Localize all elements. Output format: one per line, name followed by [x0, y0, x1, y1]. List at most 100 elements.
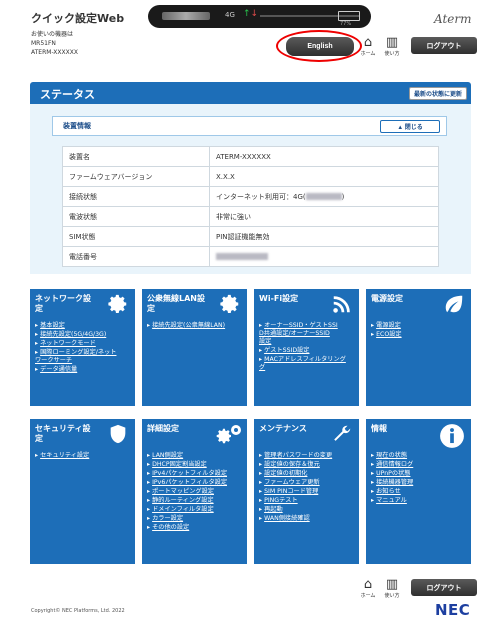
tile-public-wlan: 公衆無線LAN設 定 接続先設定(公衆無線LAN)	[142, 289, 247, 406]
tile-title: セキュリティ設 定	[35, 424, 91, 443]
link-ping-test[interactable]: PINGテスト	[259, 497, 332, 505]
nec-logo: NEC	[435, 601, 471, 619]
link-public-wlan-apn[interactable]: 接続先設定(公衆無線LAN)	[147, 322, 225, 330]
link-upnp-status[interactable]: UPnPの状態	[371, 470, 413, 478]
tile-title: 公衆無線LAN設 定	[147, 294, 205, 313]
redacted-carrier	[305, 193, 342, 200]
link-notices[interactable]: お知らせ	[371, 488, 413, 496]
link-apn-settings[interactable]: 接続先設定(5G/4G/3G)	[35, 331, 116, 339]
connection-suffix: )	[341, 192, 345, 201]
row-label: 装置名	[62, 146, 210, 167]
link-basic-settings[interactable]: 基本設定	[35, 322, 116, 330]
row-label: 電波状態	[62, 206, 210, 227]
aterm-logo: Aterm	[434, 12, 472, 26]
english-button[interactable]: English	[286, 37, 354, 56]
shield-icon	[110, 424, 126, 444]
link-data-usage[interactable]: データ通信量	[35, 366, 116, 374]
close-label: 閉じる	[404, 125, 423, 131]
link-current-status[interactable]: 現在の状態	[371, 452, 413, 460]
link-mac-filter[interactable]: MACアドレスフィルタリング グ	[259, 356, 346, 372]
status-header: ステータス 最新の状態に更新	[30, 82, 471, 104]
link-roaming[interactable]: 国際ローミング設定/ネット ワークサーチ	[35, 349, 116, 365]
device-label: お使いの機器は	[31, 31, 74, 38]
footer-home-link[interactable]: ⌂ ホーム	[357, 577, 379, 600]
link-list: 基本設定 接続先設定(5G/4G/3G) ネットワークモード 国際ローミング設定…	[35, 322, 116, 375]
tile-title: Wi-Fi設定	[259, 294, 299, 303]
row-value: 非常に強い	[209, 206, 439, 227]
link-factory-reset[interactable]: 設定値の初期化	[259, 470, 332, 478]
status-panel: 装置情報 ▲ 閉じる 装置名 ATERM-XXXXXX ファームウェアバージョン X…	[30, 104, 471, 274]
link-network-mode[interactable]: ネットワークモード	[35, 340, 116, 348]
link-other-settings[interactable]: その他の設定	[147, 524, 227, 532]
table-row: 電話番号	[62, 246, 439, 267]
link-power-settings[interactable]: 電源設定	[371, 322, 402, 330]
table-row: 接続状態 インターネット利用可：4G()	[62, 186, 439, 207]
link-static-routing[interactable]: 静的ルーティング設定	[147, 497, 227, 505]
device-info-table: 装置名 ATERM-XXXXXX ファームウェアバージョン X.X.X 接続状態 イン…	[62, 146, 439, 267]
link-dhcp-fixed[interactable]: DHCP固定割当設定	[147, 461, 227, 469]
tile-security-settings: セキュリティ設 定 セキュリティ設定	[30, 419, 135, 564]
footer-usage-link[interactable]: ▥ 使い方	[381, 578, 403, 600]
link-sim-pin[interactable]: SIM PINコード管理	[259, 488, 332, 496]
table-row: SIM状態 PIN認証機能無効	[62, 226, 439, 247]
status-title: ステータス	[40, 88, 95, 101]
link-reboot[interactable]: 再起動	[259, 506, 332, 514]
tile-wifi-settings: Wi-Fi設定 オーナーSSID・ゲストSSI D共通設定/オーナーSSID 設…	[254, 289, 359, 406]
connection-status: インターネット利用可：4G(	[216, 192, 306, 201]
app-title: クイック設定Web	[31, 12, 125, 25]
tile-title: メンテナンス	[259, 424, 307, 433]
footer-usage-label: 使い方	[384, 593, 400, 599]
row-label: ファームウェアバージョン	[62, 166, 210, 187]
link-domain-filter[interactable]: ドメインフィルタ設定	[147, 506, 227, 514]
traffic-arrows-icon: ↑↓	[243, 9, 259, 19]
redacted-phone-number	[216, 253, 268, 260]
device-status-bar: 4G ↑↓ 77%	[148, 5, 371, 28]
tile-information: 情報 現在の状態 通信情報ログ UPnPの状態 接続機器管理 お知らせ マニュア…	[366, 419, 471, 564]
footer-home-label: ホーム	[360, 593, 376, 599]
usage-link[interactable]: ▥ 使い方	[381, 35, 403, 58]
table-row: 装置名 ATERM-XXXXXX	[62, 146, 439, 167]
copyright: Copyright© NEC Platforms, Ltd. 2022	[31, 608, 125, 614]
link-eco-settings[interactable]: ECO設定	[371, 331, 401, 339]
refresh-button[interactable]: 最新の状態に更新	[408, 87, 467, 100]
row-label: 接続状態	[62, 186, 210, 207]
link-list: オーナーSSID・ゲストSSI D共通設定/オーナーSSID 設定 ゲストSSI…	[259, 322, 346, 373]
tile-power-settings: 電源設定 電源設定 ECO設定	[366, 289, 471, 406]
link-lan-settings[interactable]: LAN側設定	[147, 452, 227, 460]
link-port-mapping[interactable]: ポートマッピング設定	[147, 488, 227, 496]
leaf-icon	[445, 295, 463, 313]
signal-icon	[162, 12, 210, 20]
table-row: 電波状態 非常に強い	[62, 206, 439, 227]
book-icon: ▥	[385, 35, 399, 50]
link-device-management[interactable]: 接続機器管理	[371, 479, 413, 487]
link-ipv4-filter[interactable]: IPv4パケットフィルタ設定	[147, 470, 227, 478]
device-info-header: 装置情報 ▲ 閉じる	[52, 116, 447, 136]
tile-title: ネットワーク設 定	[35, 294, 91, 313]
gears-icon	[216, 425, 241, 444]
link-backup-restore[interactable]: 設定値の保存＆復元	[259, 461, 332, 469]
link-comm-log[interactable]: 通信情報ログ	[371, 461, 413, 469]
link-wan-check[interactable]: WAN側接続確認	[259, 515, 332, 523]
link-guest-ssid[interactable]: ゲストSSID設定	[259, 347, 346, 355]
home-link[interactable]: ⌂ ホーム	[357, 35, 379, 58]
logout-button[interactable]: ログアウト	[411, 37, 477, 54]
tile-title: 情報	[371, 424, 387, 433]
tile-advanced-settings: 詳細設定 LAN側設定 DHCP固定割当設定 IPv4パケットフィルタ設定 IP…	[142, 419, 247, 564]
tile-network-settings: ネットワーク設 定 基本設定 接続先設定(5G/4G/3G) ネットワークモード…	[30, 289, 135, 406]
link-ipv6-filter[interactable]: IPv6パケットフィルタ設定	[147, 479, 227, 487]
link-ssid-settings[interactable]: オーナーSSID・ゲストSSI D共通設定/オーナーSSID 設定	[259, 322, 346, 346]
home-icon: ⌂	[363, 35, 373, 50]
link-manual[interactable]: マニュアル	[371, 497, 413, 505]
wrench-icon	[334, 425, 351, 441]
tile-title: 電源設定	[371, 294, 403, 303]
link-color-settings[interactable]: カラー設定	[147, 515, 227, 523]
close-button[interactable]: ▲ 閉じる	[380, 120, 440, 133]
wifi-icon	[333, 296, 350, 313]
footer-logout-button[interactable]: ログアウト	[411, 579, 477, 596]
link-firmware-update[interactable]: ファームウェア更新	[259, 479, 332, 487]
link-list: セキュリティ設定	[35, 452, 89, 461]
link-security-settings[interactable]: セキュリティ設定	[35, 452, 89, 460]
home-icon: ⌂	[363, 577, 373, 592]
table-row: ファームウェアバージョン X.X.X	[62, 166, 439, 187]
link-admin-password[interactable]: 管理者パスワードの変更	[259, 452, 332, 460]
